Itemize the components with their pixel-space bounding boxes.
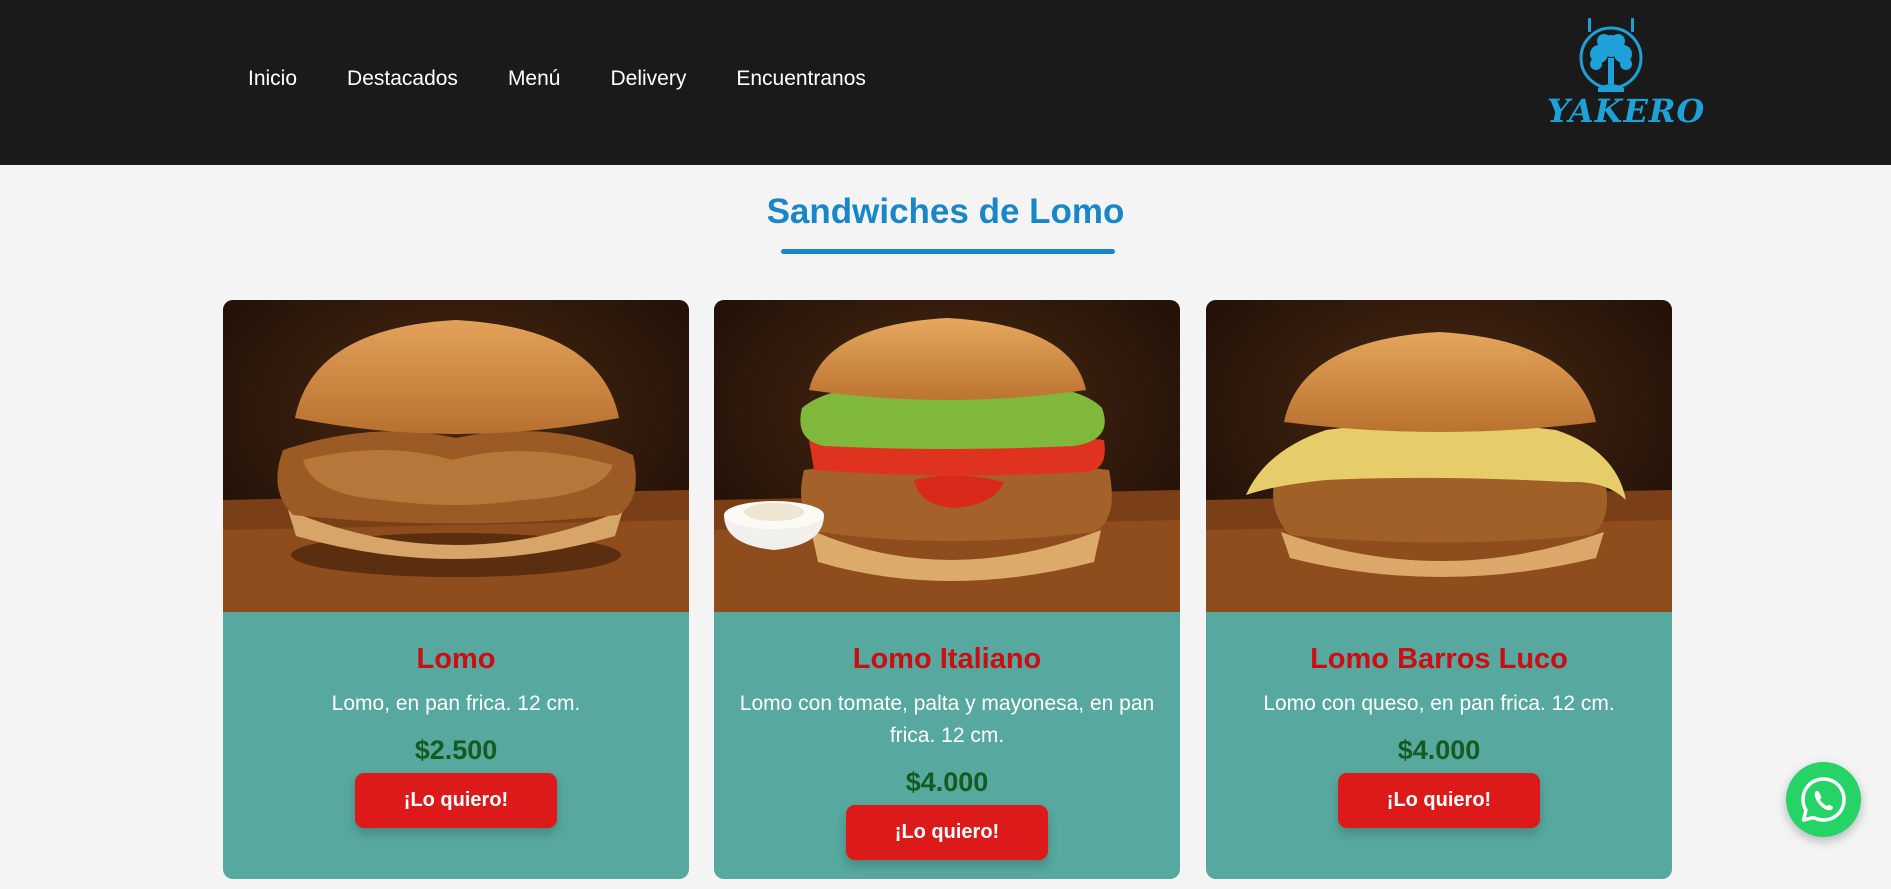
sandwich-lomo-barros-luco-image xyxy=(1206,300,1672,612)
product-price: $4.000 xyxy=(905,767,989,797)
order-button[interactable]: ¡Lo quiero! xyxy=(846,805,1048,860)
section-title: Sandwiches de Lomo xyxy=(766,192,1125,231)
product-name: Lomo Italiano xyxy=(852,643,1042,675)
product-description: Lomo, en pan frica. 12 cm. xyxy=(331,692,581,715)
nav-link-delivery[interactable]: Delivery xyxy=(610,62,686,96)
main-nav: Inicio Destacados Menú Delivery Encuentr… xyxy=(248,62,916,96)
product-description: Lomo con tomate, palta y mayonesa, en pa… xyxy=(739,692,1155,747)
sandwich-lomo-italiano-image xyxy=(714,300,1180,612)
nav-link-menu[interactable]: Menú xyxy=(508,62,561,96)
product-price: $2.500 xyxy=(414,735,498,765)
site-header: Inicio Destacados Menú Delivery Encuentr… xyxy=(0,0,1891,165)
nav-link-destacados[interactable]: Destacados xyxy=(347,62,458,96)
whatsapp-icon xyxy=(1801,777,1846,822)
logo-text: YAKERO xyxy=(1547,92,1706,130)
product-description: Lomo con queso, en pan frica. 12 cm. xyxy=(1263,692,1615,715)
whatsapp-button[interactable] xyxy=(1786,762,1861,837)
order-button[interactable]: ¡Lo quiero! xyxy=(355,773,557,828)
title-underline xyxy=(781,249,1115,254)
nav-link-encuentranos[interactable]: Encuentranos xyxy=(736,62,866,96)
product-name: Lomo xyxy=(416,643,496,675)
product-card-lomo-barros-luco: Lomo Barros Luco Lomo con queso, en pan … xyxy=(1206,300,1672,879)
order-button[interactable]: ¡Lo quiero! xyxy=(1338,773,1540,828)
product-card-lomo-italiano: Lomo Italiano Lomo con tomate, palta y m… xyxy=(714,300,1180,879)
sandwich-lomo-image xyxy=(223,300,689,612)
nav-link-inicio[interactable]: Inicio xyxy=(248,62,297,96)
product-card-lomo: Lomo Lomo, en pan frica. 12 cm. $2.500 ¡… xyxy=(223,300,689,879)
product-price: $4.000 xyxy=(1397,735,1481,765)
product-name: Lomo Barros Luco xyxy=(1310,643,1568,675)
